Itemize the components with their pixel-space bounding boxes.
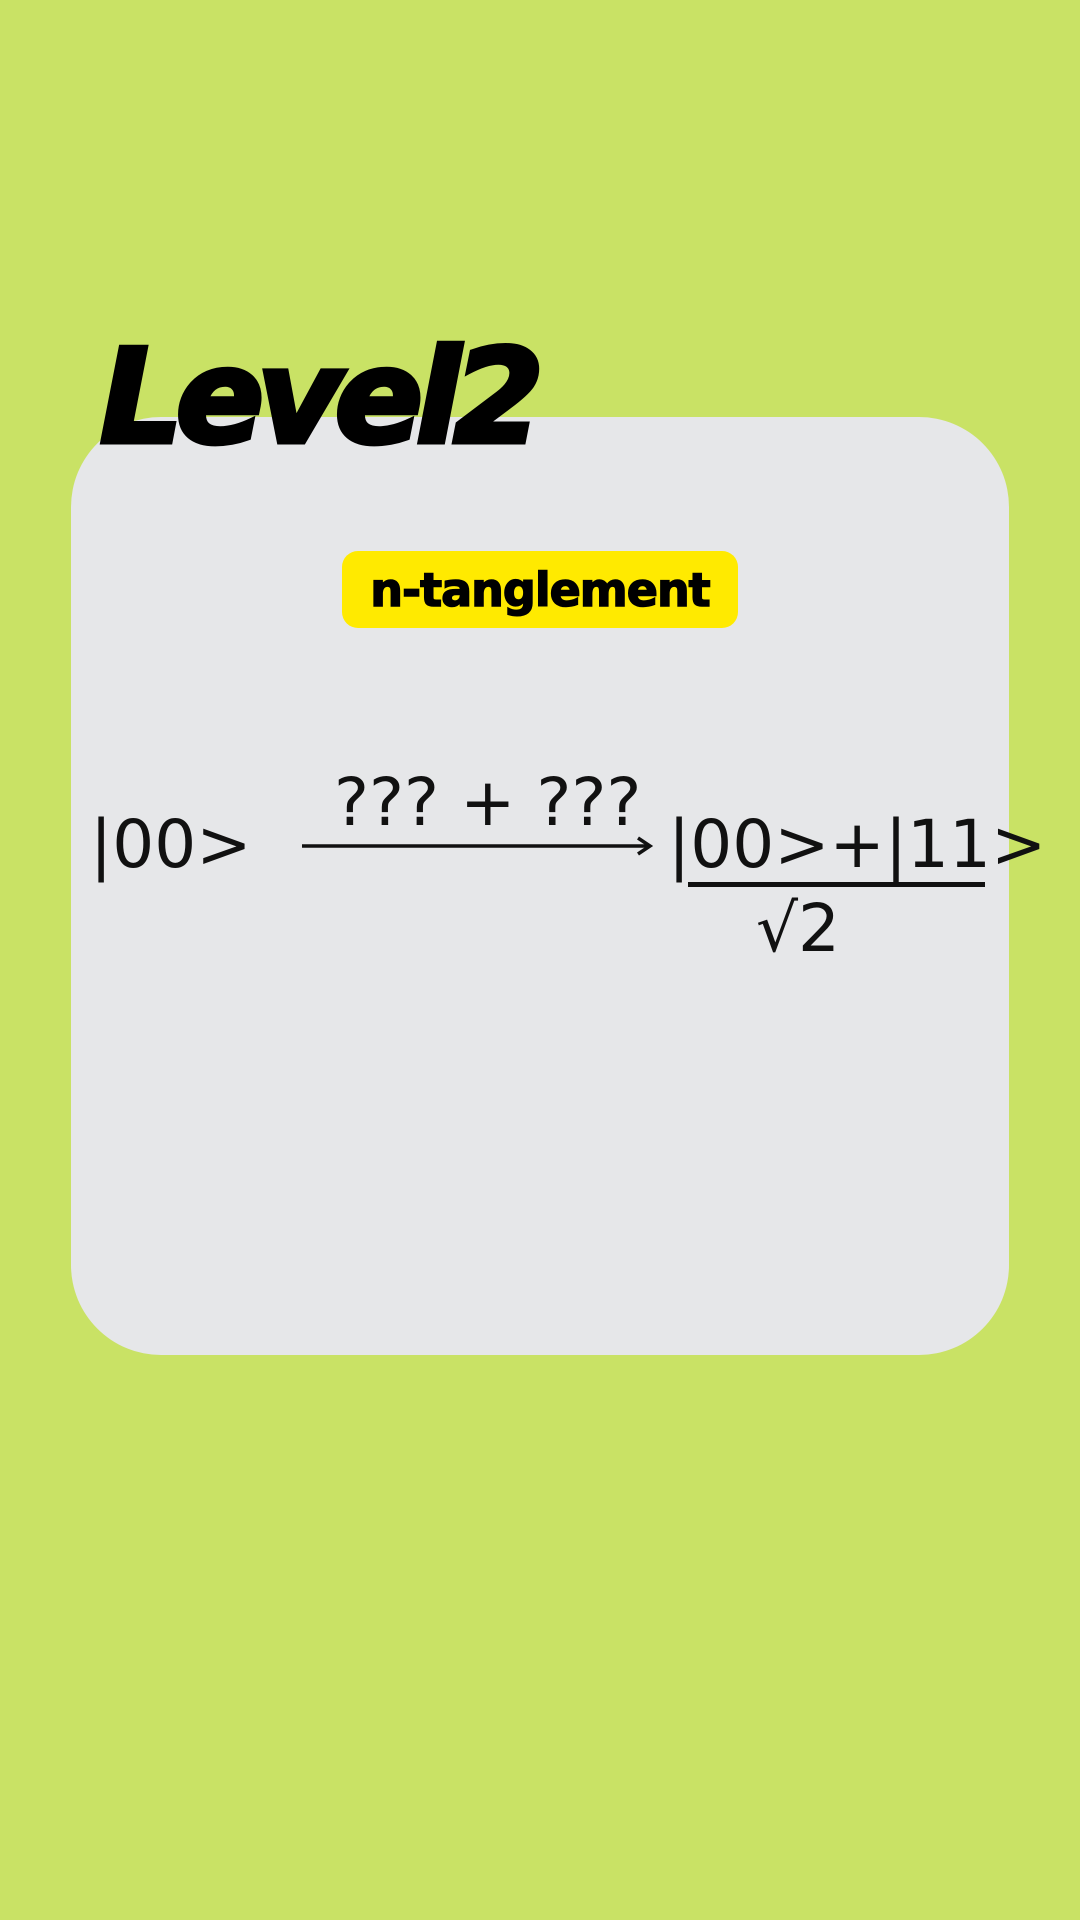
level-title: Level2 (98, 321, 547, 473)
puzzle-name: n-tanglement (370, 562, 712, 618)
result-numerator: |00>+|11> (668, 806, 1047, 883)
puzzle-name-badge: n-tanglement (342, 551, 738, 628)
right-arrow-icon (302, 836, 654, 856)
fraction-bar (688, 882, 985, 887)
operation-placeholder[interactable]: ??? + ??? (334, 770, 641, 836)
result-denominator: √2 (756, 890, 841, 967)
initial-state: |00> (90, 806, 252, 883)
